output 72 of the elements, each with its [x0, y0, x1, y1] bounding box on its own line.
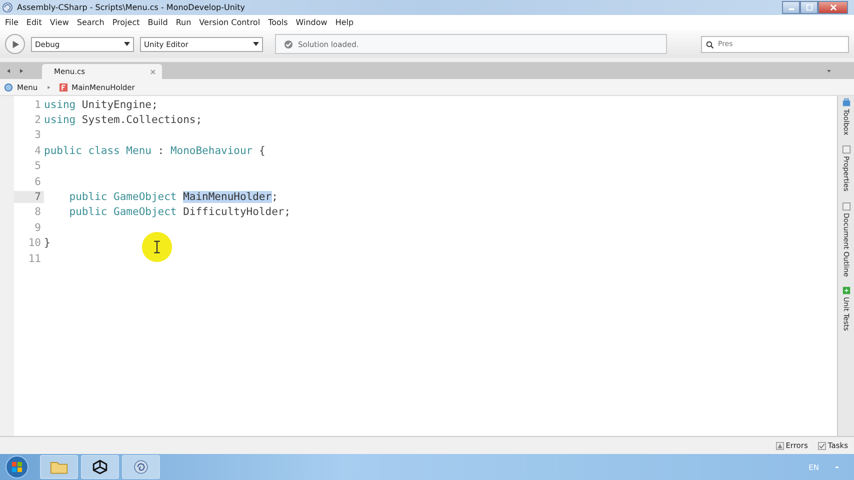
line-number: 11 — [27, 252, 42, 265]
chevron-icon — [46, 84, 51, 90]
code-token: public class — [44, 144, 120, 157]
start-button-icon[interactable] — [5, 455, 29, 479]
code-token: using — [44, 114, 76, 126]
code-token: public — [68, 206, 108, 218]
line-number: 7 — [14, 191, 44, 204]
check-icon — [284, 40, 293, 48]
menu-bar-heading[interactable]: View — [50, 18, 69, 27]
toolbox-icon — [842, 98, 850, 107]
code-token: : — [156, 144, 164, 157]
minimize-button[interactable] — [782, 1, 800, 14]
menu-bar-heading[interactable]: Tools — [268, 18, 288, 27]
dropdown-arrow-icon[interactable] — [826, 68, 832, 74]
line-number: 8 — [34, 206, 42, 218]
dropdown-arrow-icon — [123, 40, 131, 48]
close-button[interactable] — [818, 1, 848, 14]
check-icon — [818, 442, 826, 450]
code-token: Menu — [125, 144, 152, 157]
code-token: UnityEngine; — [80, 98, 158, 111]
code-token: public — [68, 191, 108, 204]
menu-bar-heading[interactable]: Help — [335, 18, 354, 27]
code-token: { — [258, 144, 266, 157]
class-icon — [4, 82, 13, 92]
menu-bar-heading[interactable]: Search — [76, 18, 104, 27]
forward-icon[interactable] — [18, 68, 24, 74]
code-token: GameObject — [112, 206, 177, 218]
app-icon — [2, 2, 13, 13]
cursor-highlight-icon — [141, 231, 173, 263]
warning-icon — [776, 442, 784, 450]
search-icon — [706, 40, 714, 48]
maximize-button[interactable] — [800, 1, 818, 14]
code-token: System.Collections; — [80, 114, 202, 126]
line-number: 2 — [34, 114, 42, 126]
line-number: 9 — [34, 222, 42, 234]
line-number: 4 — [34, 144, 42, 157]
menu-bar-heading[interactable]: File — [5, 18, 18, 27]
code-token: } — [44, 237, 50, 250]
dropdown-arrow-icon — [252, 40, 260, 48]
folder-icon — [50, 459, 68, 475]
back-icon[interactable] — [6, 68, 12, 74]
taskbar-button[interactable] — [81, 455, 119, 479]
line-number: 5 — [34, 160, 42, 172]
menu-bar-heading[interactable]: Build — [148, 18, 168, 27]
panel-icon — [842, 145, 850, 154]
close-icon[interactable] — [150, 68, 156, 74]
code-token: GameObject — [112, 191, 177, 204]
menu-bar-heading[interactable]: Run — [176, 18, 192, 27]
line-number: 1 — [34, 98, 42, 111]
panel-icon — [842, 202, 850, 211]
menu-bar-heading[interactable]: Edit — [26, 18, 42, 27]
code-token: DifficultyHolder; — [182, 206, 291, 218]
line-number: 3 — [34, 129, 42, 142]
menu-bar-heading[interactable]: Version Control — [199, 18, 260, 27]
cube-icon — [91, 459, 109, 475]
window-title: Assembly-CSharp - Scripts\Menu.cs - MonoDevelop-Unity — [17, 3, 245, 12]
play-icon — [10, 40, 20, 48]
line-number: 10 — [27, 237, 42, 250]
code-token: ; — [272, 191, 278, 204]
line-number: 6 — [34, 176, 42, 188]
menu-bar-heading[interactable]: Project — [112, 18, 140, 27]
close-icon — [830, 4, 836, 11]
code-token: MonoBehaviour — [169, 144, 253, 157]
code-token: using — [44, 98, 76, 111]
swirl-icon — [132, 459, 150, 475]
selected-text: MainMenuHolder — [183, 191, 272, 204]
caret-icon[interactable] — [834, 464, 840, 470]
run-button[interactable] — [5, 34, 25, 54]
menu-bar-heading[interactable]: Window — [296, 18, 328, 27]
maximize-icon — [806, 4, 812, 11]
test-icon — [842, 286, 850, 296]
field-icon — [58, 82, 68, 92]
